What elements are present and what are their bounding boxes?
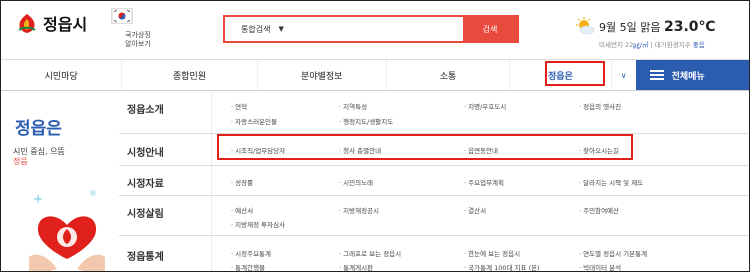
row-divider: [211, 92, 212, 133]
hamburger-icon: [649, 70, 664, 80]
submenu-link[interactable]: 예산서: [231, 205, 253, 215]
submenu-link[interactable]: 읍면동안내: [464, 145, 498, 155]
submenu-link[interactable]: 통계간행물: [231, 262, 265, 271]
fine-dust-unit: ㎍/㎥: [633, 41, 649, 49]
submenu-link[interactable]: 그래프로 보는 정읍시: [339, 248, 401, 258]
weather-condition: 맑음: [640, 21, 661, 34]
submenu-link[interactable]: 연도별 정읍시 기본통계: [579, 248, 647, 258]
logo-mark-icon: [18, 14, 36, 33]
search-scope-label: 통합검색: [241, 24, 271, 34]
submenu-link[interactable]: 한눈에 보는 정읍시: [464, 248, 520, 258]
submenu-heading[interactable]: 시정살림: [127, 205, 164, 220]
svg-text:+: +: [33, 192, 43, 206]
row-divider: [211, 236, 212, 271]
page-frame: 정읍시 국가상징 알아보기 통합검색 ▼ 검색 9월 5일 맑음 23.0℃ 미…: [0, 0, 750, 272]
symbol-label-line2: 알아보기: [125, 40, 151, 48]
submenu-link[interactable]: 주요업무계획: [464, 177, 504, 187]
weather-summary: 9월 5일 맑음 23.0℃: [599, 19, 715, 35]
submenu-row: 시정자료 성장률 시민의노래 주요업무계획 달라지는 시책 및 제도: [119, 166, 749, 196]
submenu-link[interactable]: 시정주요통계: [231, 248, 271, 258]
nav-item-citizen[interactable]: 시민마당: [1, 60, 123, 90]
submenu-link[interactable]: 지방재정공시: [339, 205, 379, 215]
hands-heart-illustration: +: [29, 190, 105, 271]
search-bar: 통합검색 ▼ 검색: [223, 15, 519, 43]
chevron-down-icon: ▼: [278, 25, 284, 33]
submenu-heading[interactable]: 정읍소개: [127, 101, 164, 116]
sun-cloud-icon: [576, 17, 595, 35]
submenu-link[interactable]: 찾아오시는길: [579, 145, 619, 155]
nav-dropdown-chevron-icon[interactable]: ∨: [612, 60, 636, 90]
submenu-row: 정읍통계 시정주요통계 그래프로 보는 정읍시 한눈에 보는 정읍시 연도별 정…: [119, 236, 749, 271]
submenu-link[interactable]: 주민참여예산: [579, 205, 619, 215]
submenu-link[interactable]: 빅데이터 분석: [579, 262, 621, 271]
submenu-link[interactable]: 지방재정 투자심사: [231, 219, 285, 229]
submenu-link[interactable]: 정읍의 옛사진: [579, 101, 621, 111]
national-symbol-label[interactable]: 국가상징 알아보기: [125, 31, 165, 49]
all-menu-label: 전체메뉴: [671, 71, 705, 82]
submenu-link[interactable]: 통계게시판: [339, 262, 373, 271]
submenu-link[interactable]: 달라지는 시책 및 제도: [579, 177, 643, 187]
nav-item-civil[interactable]: 종합민원: [122, 60, 258, 90]
submenu-heading[interactable]: 정읍통계: [127, 248, 164, 263]
symbol-label-line1: 국가상징: [125, 31, 151, 39]
national-flag-icon: [111, 8, 133, 24]
row-divider: [211, 196, 212, 235]
header: 정읍시 국가상징 알아보기 통합검색 ▼ 검색 9월 5일 맑음 23.0℃ 미…: [1, 1, 749, 59]
submenu-link[interactable]: 국가통계 100대 지표 (본): [464, 262, 540, 271]
submenu-link[interactable]: 시조직/업무담당자: [231, 145, 285, 155]
national-symbol-link[interactable]: [109, 8, 135, 28]
submenu-link[interactable]: 자랑스러운인물: [231, 116, 277, 126]
nav-item-communication[interactable]: 소통: [387, 60, 511, 90]
submenu-heading[interactable]: 시청안내: [127, 144, 164, 159]
submenu-heading[interactable]: 시정자료: [127, 175, 164, 190]
submenu-link[interactable]: 시민의노래: [339, 177, 373, 187]
section-title: 정읍은: [15, 119, 62, 139]
nav-item-field-info[interactable]: 분야별정보: [258, 60, 387, 90]
row-divider: [211, 166, 212, 195]
city-logo[interactable]: 정읍시: [15, 11, 87, 35]
slogan-line2: 정읍: [13, 157, 28, 166]
logo-text: 정읍시: [43, 15, 88, 34]
air-index-grade: 좋음: [692, 41, 705, 49]
all-menu-button[interactable]: 전체메뉴: [635, 60, 749, 90]
submenu-link[interactable]: 결산서: [464, 205, 486, 215]
weather-date: 9월 5일: [599, 21, 637, 34]
fine-dust-label: 미세먼지 22: [599, 41, 634, 49]
air-quality: 미세먼지 22㎍/㎥ | 대기환경지수 좋음: [599, 39, 705, 49]
submenu-link[interactable]: 연혁: [231, 101, 247, 111]
submenu-link[interactable]: 지명/우호도시: [464, 101, 506, 111]
submenu-link[interactable]: 지역특성: [339, 101, 367, 111]
nav-item-about[interactable]: 정읍은: [510, 60, 612, 90]
left-panel: 정읍은 시민 중심, 으뜸 정읍 +: [1, 92, 119, 271]
weather-temp: 23.0℃: [663, 19, 716, 35]
submenu-row: 시정살림 예산서 지방재정공시 결산서 주민참여예산 지방재정 투자심사: [119, 196, 749, 236]
air-index-label: | 대기환경지수: [648, 41, 693, 49]
search-button[interactable]: 검색: [463, 17, 517, 41]
submenu-table: 정읍소개 연혁 지역특성 지명/우호도시 정읍의 옛사진 자랑스러운인물 행정지…: [119, 92, 749, 271]
submenu-link[interactable]: 성장률: [231, 177, 253, 187]
submenu-row: 시청안내 시조직/업무담당자 청사 층별안내 읍면동안내 찾아오시는길: [119, 134, 749, 166]
submenu-link[interactable]: 청사 층별안내: [339, 145, 381, 155]
row-divider: [211, 134, 212, 165]
submenu-row: 정읍소개 연혁 지역특성 지명/우호도시 정읍의 옛사진 자랑스러운인물 행정지…: [119, 92, 749, 134]
submenu-link[interactable]: 행정지도/생활지도: [339, 116, 393, 126]
search-scope-select[interactable]: 통합검색 ▼: [225, 17, 463, 41]
main-nav: 시민마당 종합민원 분야별정보 소통 정읍은 ∨ 전체메뉴: [1, 59, 749, 91]
